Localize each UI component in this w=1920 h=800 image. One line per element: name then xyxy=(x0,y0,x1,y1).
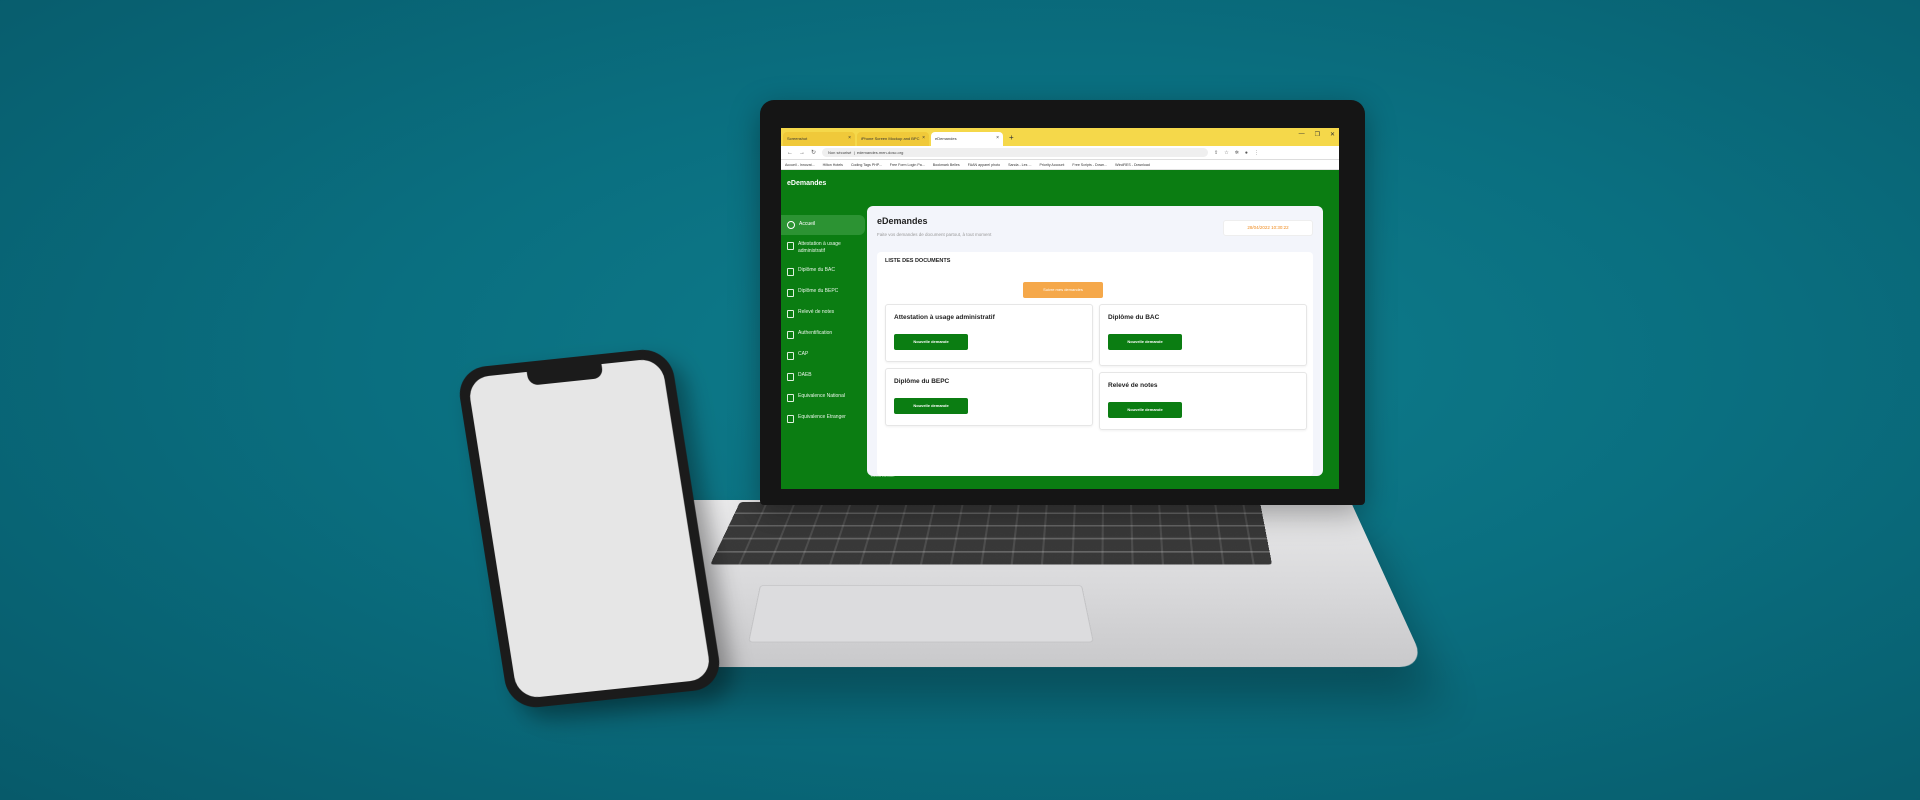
close-icon[interactable]: × xyxy=(848,135,851,141)
document-icon xyxy=(787,331,794,339)
document-card-bac: Diplôme du BAC Nouvelle demande xyxy=(1099,304,1307,366)
back-icon[interactable]: ← xyxy=(787,150,793,156)
close-icon[interactable]: × xyxy=(922,135,925,141)
document-card-title: Diplôme du BEPC xyxy=(894,378,949,385)
document-icon xyxy=(787,394,794,402)
sidebar-item-authentification[interactable]: Authentification xyxy=(781,324,865,345)
bookmark-item[interactable]: Free Scripts - Down... xyxy=(1072,160,1107,169)
laptop-screen: Screenshot × iPhone Screen Mockup and BP… xyxy=(781,128,1339,489)
sidebar-item-daeb[interactable]: DAEB xyxy=(781,366,865,387)
sidebar-item-label: Diplôme du BEPC xyxy=(798,288,838,295)
document-icon xyxy=(787,352,794,360)
bookmark-item[interactable]: Free Form Login Pa... xyxy=(890,160,925,169)
smartphone xyxy=(455,347,723,710)
close-window-icon[interactable]: ✕ xyxy=(1330,131,1335,138)
sidebar-item-bepc[interactable]: Diplôme du BEPC xyxy=(781,282,865,303)
star-icon[interactable]: ☆ xyxy=(1224,150,1228,156)
document-card-attestation: Attestation à usage administratif Nouvel… xyxy=(885,304,1093,362)
document-icon xyxy=(787,289,794,297)
sidebar-item-cap[interactable]: CAP xyxy=(781,345,865,366)
forward-icon[interactable]: → xyxy=(799,150,805,156)
document-card-title: Relevé de notes xyxy=(1108,382,1158,389)
new-request-button[interactable]: Nouvelle demande xyxy=(894,398,968,414)
bookmark-item[interactable]: Bookmark Belles xyxy=(933,160,960,169)
document-card-bepc: Diplôme du BEPC Nouvelle demande xyxy=(885,368,1093,426)
page-subtitle: Faite vos demandes de document partout, … xyxy=(877,232,991,237)
track-requests-button[interactable]: Suivre mes demandes xyxy=(1023,282,1103,298)
sidebar-item-label: Diplôme du BAC xyxy=(798,267,835,274)
browser-tab-2[interactable]: iPhone Screen Mockup and BPC × xyxy=(857,132,929,146)
datetime-display: 28/04/2022 10:30:22 xyxy=(1223,220,1313,236)
extensions-icon[interactable]: ✲ xyxy=(1235,150,1239,156)
profile-icon[interactable]: ● xyxy=(1245,150,1248,156)
bookmark-item[interactable]: Hilton Hotels xyxy=(823,160,843,169)
close-icon[interactable]: × xyxy=(996,135,999,141)
tab-label: eDemandes xyxy=(935,136,957,141)
laptop-trackpad xyxy=(748,585,1094,642)
laptop-keyboard xyxy=(710,502,1272,565)
sidebar: Accueil Attestation à usage administrati… xyxy=(781,215,865,429)
app-shell: eDemandes Accueil Attestation à usage ad… xyxy=(781,170,1339,489)
menu-icon[interactable]: ⋮ xyxy=(1254,150,1259,156)
bookmark-item[interactable]: WindRES - Download xyxy=(1115,160,1150,169)
sidebar-item-equivalence-national[interactable]: Equivalence National xyxy=(781,387,865,408)
document-card-title: Diplôme du BAC xyxy=(1108,314,1159,321)
document-icon xyxy=(787,242,794,250)
document-card-title: Attestation à usage administratif xyxy=(894,314,995,321)
new-request-button[interactable]: Nouvelle demande xyxy=(1108,334,1182,350)
sidebar-item-bac[interactable]: Diplôme du BAC xyxy=(781,261,865,282)
sidebar-item-label: Accueil xyxy=(799,221,815,228)
url-field[interactable]: Non sécurisé | edemandes.men-dosc.org xyxy=(822,148,1208,157)
browser-tab-bar: Screenshot × iPhone Screen Mockup and BP… xyxy=(781,128,1339,146)
address-bar: ← → ↻ Non sécurisé | edemandes.men-dosc.… xyxy=(781,146,1339,160)
sidebar-item-label: Equivalence Etranger xyxy=(798,414,846,421)
browser-tab-1[interactable]: Screenshot × xyxy=(783,132,855,146)
tab-label: iPhone Screen Mockup and BPC xyxy=(861,136,919,141)
sidebar-item-label: Attestation à usage administratif xyxy=(798,241,859,255)
sidebar-item-attestation[interactable]: Attestation à usage administratif xyxy=(781,235,865,261)
main-panel: eDemandes Faite vos demandes de document… xyxy=(867,206,1323,476)
page-title: eDemandes xyxy=(877,216,928,226)
document-icon xyxy=(787,268,794,276)
bookmarks-bar: Accueil - Innovat... Hilton Hotels Codin… xyxy=(781,160,1339,170)
reload-icon[interactable]: ↻ xyxy=(811,149,816,156)
home-icon xyxy=(787,221,795,229)
window-controls: — ❐ ✕ xyxy=(1299,131,1335,138)
sidebar-item-label: Equivalence National xyxy=(798,393,845,400)
browser-tab-3[interactable]: eDemandes × xyxy=(931,132,1003,146)
document-icon xyxy=(787,310,794,318)
security-label: Non sécurisé xyxy=(828,150,851,155)
document-icon xyxy=(787,373,794,381)
url-text: edemandes.men-dosc.org xyxy=(857,150,903,155)
bookmark-item[interactable]: Coding Tags PHP... xyxy=(851,160,882,169)
document-icon xyxy=(787,415,794,423)
new-tab-button[interactable]: + xyxy=(1005,130,1018,146)
phone-screen xyxy=(467,358,712,699)
bookmark-item[interactable]: Sanda - Les ... xyxy=(1008,160,1031,169)
bookmark-item[interactable]: Accueil - Innovat... xyxy=(785,160,815,169)
documents-list-title: LISTE DES DOCUMENTS xyxy=(885,258,950,264)
sidebar-item-accueil[interactable]: Accueil xyxy=(781,215,865,235)
app-brand[interactable]: eDemandes xyxy=(787,180,826,187)
sidebar-item-label: CAP xyxy=(798,351,808,358)
sidebar-item-label: Relevé de notes xyxy=(798,309,834,316)
tab-label: Screenshot xyxy=(787,136,807,141)
minimize-icon[interactable]: — xyxy=(1299,131,1305,138)
document-card-releve: Relevé de notes Nouvelle demande xyxy=(1099,372,1307,430)
new-request-button[interactable]: Nouvelle demande xyxy=(894,334,968,350)
bookmark-item[interactable]: Priority Account xyxy=(1039,160,1064,169)
new-request-button[interactable]: Nouvelle demande xyxy=(1108,402,1182,418)
sidebar-item-equivalence-etranger[interactable]: Equivalence Etranger xyxy=(781,408,865,429)
sidebar-item-label: DAEB xyxy=(798,372,812,379)
share-icon[interactable]: ⇪ xyxy=(1214,150,1218,156)
bookmark-item[interactable]: FAAN apparel photo xyxy=(968,160,1000,169)
maximize-icon[interactable]: ❐ xyxy=(1315,131,1320,138)
sidebar-item-releve[interactable]: Relevé de notes xyxy=(781,303,865,324)
sidebar-item-label: Authentification xyxy=(798,330,832,337)
documents-card: LISTE DES DOCUMENTS Suivre mes demandes … xyxy=(877,252,1313,476)
